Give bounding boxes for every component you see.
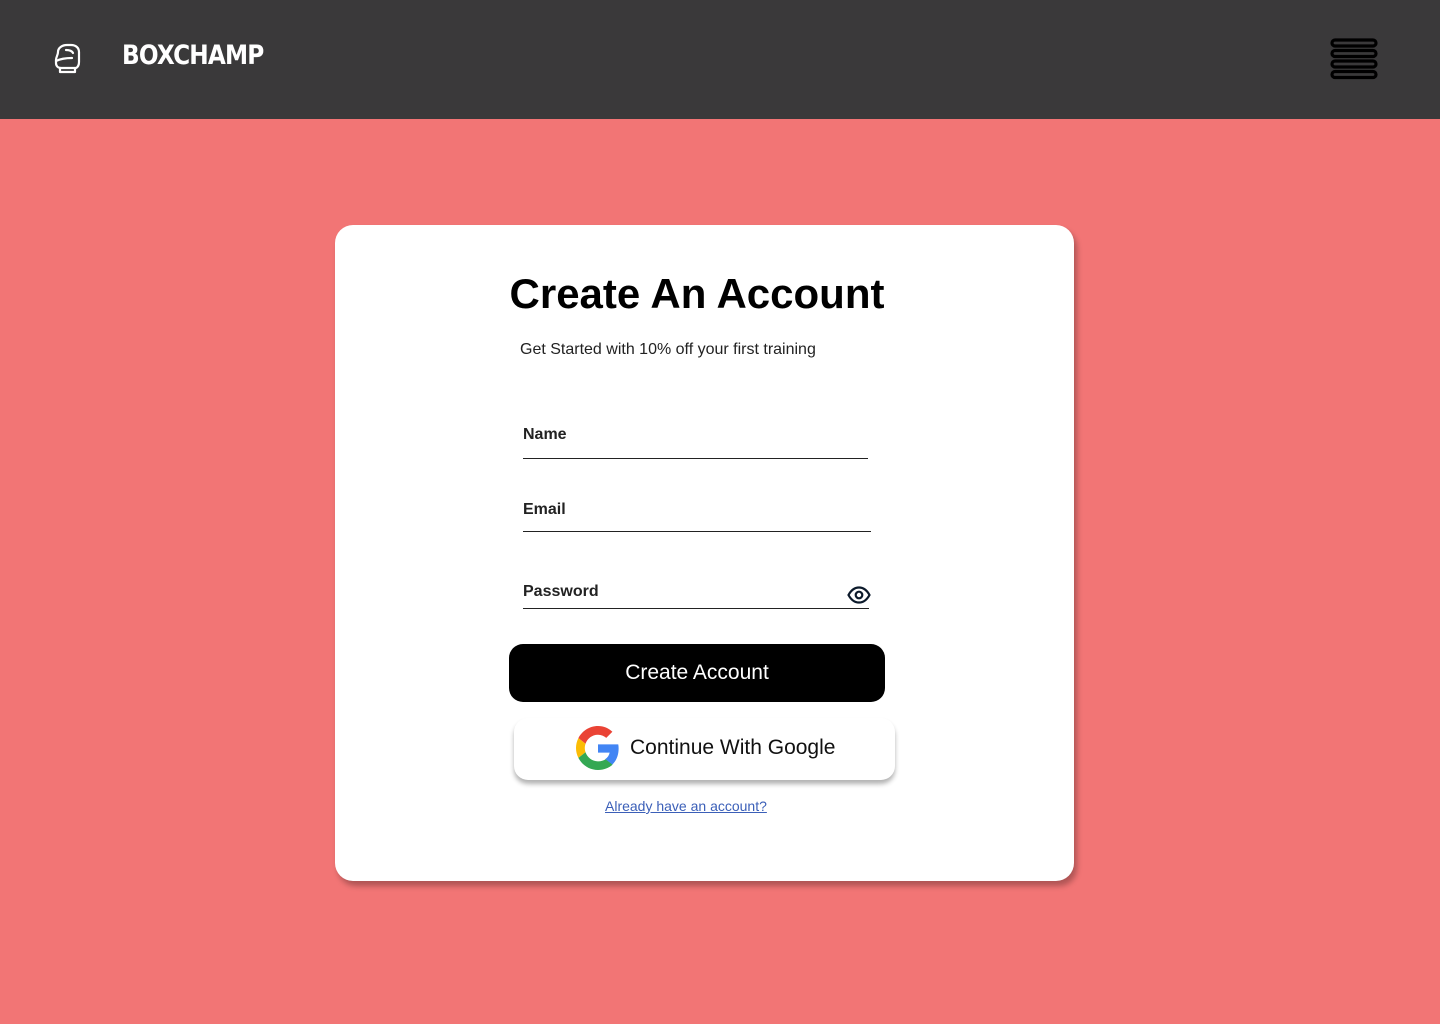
eye-icon[interactable] <box>847 585 871 605</box>
boxing-glove-icon[interactable] <box>52 43 84 75</box>
brand-logo-text[interactable]: BOXCHAMP <box>122 40 264 71</box>
email-underline <box>523 530 871 532</box>
create-account-button[interactable]: Create Account <box>509 644 885 702</box>
email-label: Email <box>523 501 566 518</box>
page-subtitle: Get Started with 10% off your first trai… <box>520 341 816 358</box>
page-title-text: Create An Account <box>509 270 885 317</box>
name-label: Name <box>523 426 567 443</box>
name-field[interactable]: Name <box>523 426 868 459</box>
continue-with-google-button[interactable]: Continue With Google <box>514 718 895 780</box>
password-label: Password <box>523 583 599 600</box>
password-underline <box>523 607 869 609</box>
hamburger-menu-icon[interactable] <box>1330 38 1378 80</box>
login-link[interactable]: Already have an account? <box>605 798 767 814</box>
email-field[interactable]: Email <box>523 501 871 532</box>
name-underline <box>523 457 868 459</box>
top-bar: BOXCHAMP <box>0 0 1440 119</box>
google-logo-icon <box>576 726 619 770</box>
password-field[interactable]: Password <box>523 583 869 609</box>
signup-card <box>335 225 1074 881</box>
page-title: Create An Account <box>0 270 1440 318</box>
google-button-label: Continue With Google <box>630 736 836 759</box>
